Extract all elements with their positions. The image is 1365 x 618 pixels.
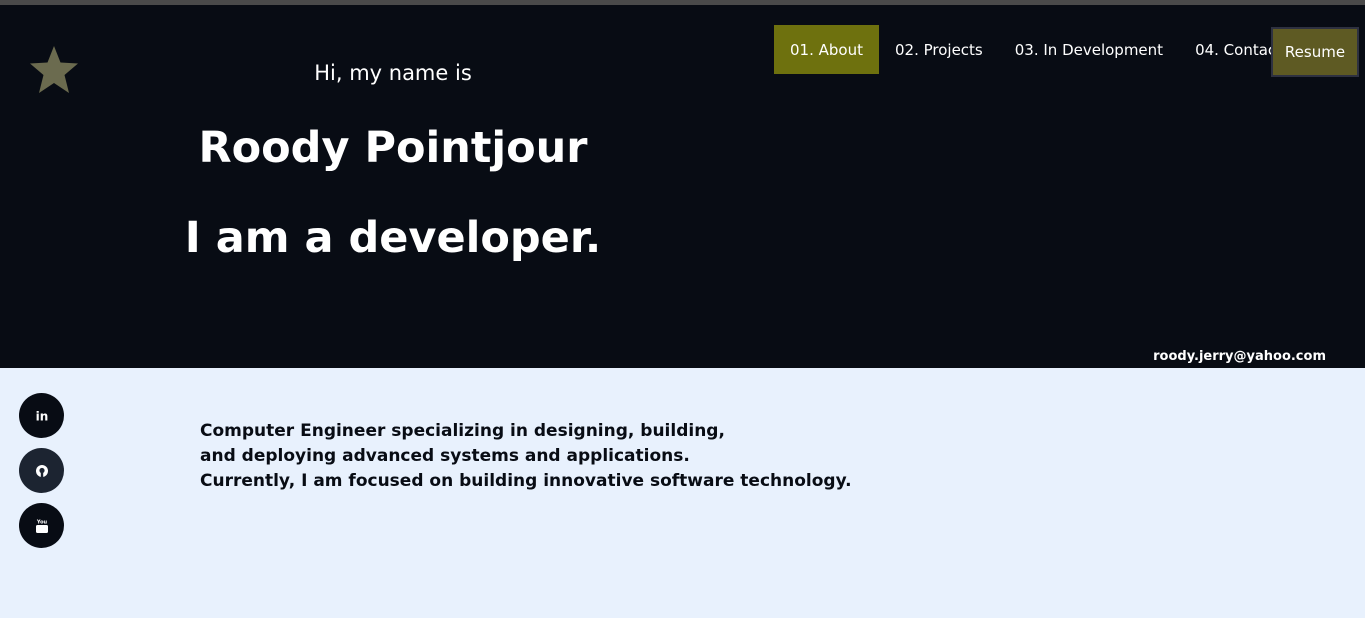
bio-line: and deploying advanced systems and appli… [200, 446, 690, 466]
bio-line: Currently, I am focused on building inno… [200, 471, 852, 491]
nav-about[interactable]: 01. About [774, 25, 879, 74]
linkedin-button[interactable]: in [19, 393, 64, 438]
main-nav: 01. About 02. Projects 03. In Developmen… [774, 25, 1298, 74]
bio-line: Computer Engineer specializing in design… [200, 421, 725, 441]
svg-text:You: You [35, 519, 47, 525]
youtube-button[interactable]: You [19, 503, 64, 548]
hero-greeting: Hi, my name is [314, 61, 472, 85]
linkedin-icon: in [35, 409, 48, 423]
nav-projects[interactable]: 02. Projects [879, 25, 999, 74]
hero-section: Hi, my name is Roody Pointjour I am a de… [0, 5, 1365, 368]
hero-role: I am a developer. [184, 213, 602, 263]
bio-text: Computer Engineer specializing in design… [200, 419, 852, 494]
nav-in-development[interactable]: 03. In Development [999, 25, 1179, 74]
hero-name: Roody Pointjour [198, 123, 588, 173]
youtube-icon: You [35, 519, 48, 533]
email-link[interactable]: roody.jerry@yahoo.com [1153, 349, 1326, 364]
resume-button[interactable]: Resume [1271, 27, 1359, 77]
github-icon [35, 464, 48, 477]
svg-text:in: in [35, 409, 48, 423]
github-button[interactable] [19, 448, 64, 493]
